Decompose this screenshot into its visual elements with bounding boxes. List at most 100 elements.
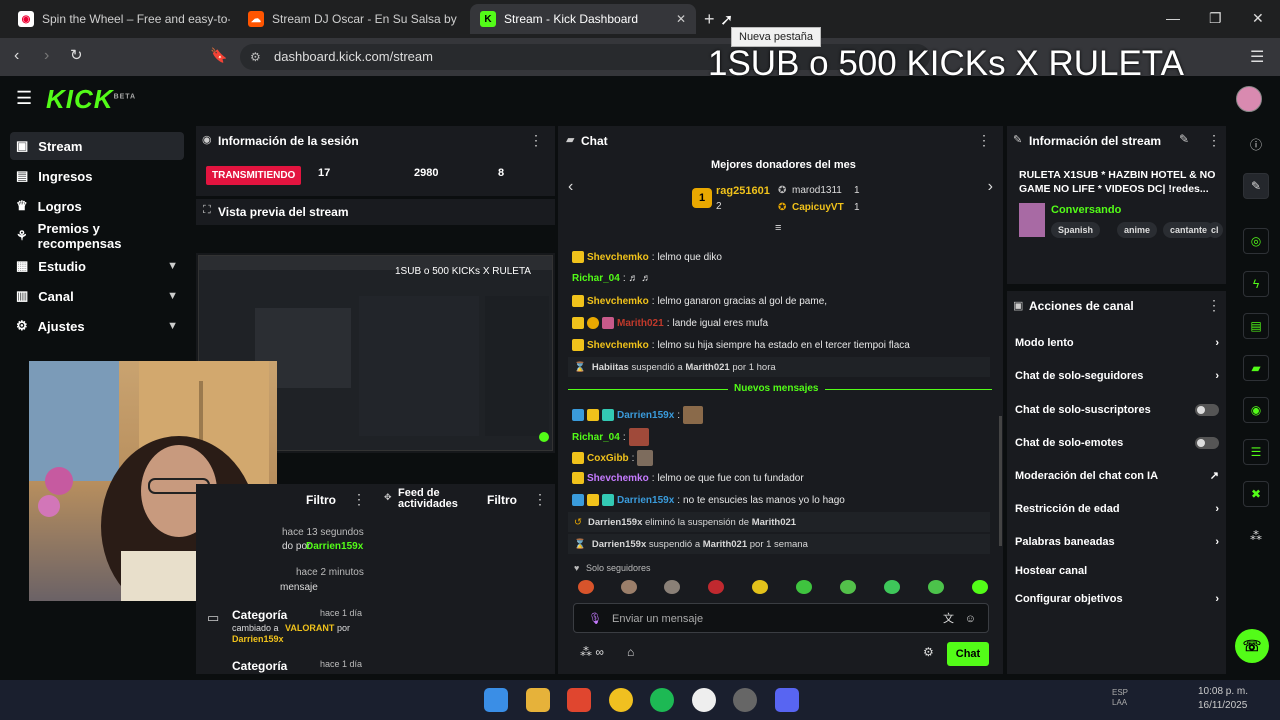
sidebar-item-logros[interactable]: ♛ Logros xyxy=(10,192,184,220)
emote-icon[interactable] xyxy=(664,580,680,594)
edit-pencil-icon[interactable]: ✎ xyxy=(1179,132,1189,146)
mod-target[interactable]: Marith021 xyxy=(685,362,729,373)
sidebar-item-ingresos[interactable]: ▤ Ingresos xyxy=(10,162,184,190)
action-age-restriction[interactable]: Restricción de edad › xyxy=(1015,503,1219,515)
emote-icon[interactable] xyxy=(752,580,768,594)
chat-settings-gear-icon[interactable]: ⚙ xyxy=(923,645,934,659)
share-infinity-icon[interactable]: ⁂ ∞ xyxy=(580,645,604,659)
new-tab-plus-icon[interactable]: + xyxy=(704,9,715,30)
donor-name[interactable]: CapicuyVT xyxy=(792,202,844,213)
action-configure-goals[interactable]: Configurar objetivos › xyxy=(1015,593,1219,605)
wrench-icon[interactable]: ✖ xyxy=(1243,481,1269,507)
action-subscribers-only[interactable]: Chat de solo-suscriptores xyxy=(1015,404,1219,416)
emotes-only-toggle[interactable] xyxy=(1195,437,1219,449)
kebab-menu-icon[interactable]: ⋮ xyxy=(529,132,543,149)
chat-username[interactable]: CoxGibb xyxy=(587,453,629,464)
clock-date[interactable]: 16/11/2025 xyxy=(1198,700,1247,711)
tab-kick-dashboard[interactable]: K Stream - Kick Dashboard ✕ xyxy=(470,4,696,34)
chevron-left-icon[interactable]: ‹ xyxy=(568,178,573,196)
lightning-icon[interactable]: ϟ xyxy=(1243,271,1269,297)
donor-name[interactable]: rag251601 xyxy=(716,185,770,197)
emote-icon[interactable] xyxy=(972,580,988,594)
reload-icon[interactable]: ↻ xyxy=(70,46,83,64)
sidebar-item-ajustes[interactable]: ⚙ Ajustes ▼ xyxy=(10,312,184,340)
broadcast-icon[interactable]: ◉ xyxy=(1243,397,1269,423)
support-chat-icon[interactable]: ☏ xyxy=(1235,629,1269,663)
info-icon[interactable]: ⓘ xyxy=(1243,131,1269,157)
stream-tag[interactable]: Spanish xyxy=(1051,222,1101,238)
hamburger-menu-icon[interactable]: ☰ xyxy=(16,88,32,109)
send-chat-button[interactable]: Chat xyxy=(947,642,989,666)
mod-target[interactable]: Marith021 xyxy=(703,539,747,550)
emote-icon[interactable] xyxy=(708,580,724,594)
action-banned-words[interactable]: Palabras baneadas › xyxy=(1015,536,1219,548)
action-followers-only[interactable]: Chat de solo-seguidores › xyxy=(1015,370,1219,382)
discord-icon[interactable] xyxy=(775,688,799,712)
bookmark-icon[interactable]: 🔖 xyxy=(210,47,227,64)
microphone-icon[interactable]: 🎙 xyxy=(588,604,602,634)
stream-category[interactable]: Conversando xyxy=(1051,204,1121,216)
pin-icon[interactable]: ≡ xyxy=(775,222,781,234)
chrome-icon[interactable] xyxy=(609,688,633,712)
document-icon[interactable]: ▤ xyxy=(1243,313,1269,339)
clock-time[interactable]: 10:08 p. m. xyxy=(1198,686,1248,697)
action-ai-moderation[interactable]: Moderación del chat con IA ↗ xyxy=(1015,469,1219,483)
minimize-icon[interactable]: — xyxy=(1166,10,1180,26)
spotify-icon[interactable] xyxy=(650,688,674,712)
emote-icon[interactable] xyxy=(928,580,944,594)
back-arrow-icon[interactable]: ‹ xyxy=(14,47,19,65)
maximize-icon[interactable]: ❐ xyxy=(1209,10,1222,27)
donor-name[interactable]: marod1311 xyxy=(792,185,842,196)
chat-scrollbar[interactable] xyxy=(999,416,1002,546)
stream-tag[interactable]: cl xyxy=(1207,222,1223,238)
close-window-icon[interactable]: ✕ xyxy=(1252,10,1264,27)
forward-arrow-icon[interactable]: › xyxy=(44,47,49,65)
chat-username[interactable]: Richar_04 xyxy=(572,432,620,443)
action-slow-mode[interactable]: Modo lento › xyxy=(1015,337,1219,349)
chat-icon[interactable]: ▰ xyxy=(1243,355,1269,381)
chat-username[interactable]: Darrien159x xyxy=(617,410,674,421)
kebab-menu-icon[interactable]: ⋮ xyxy=(977,132,991,149)
emote-icon[interactable] xyxy=(796,580,812,594)
chat-username[interactable]: Darrien159x xyxy=(617,495,674,506)
windows-start-icon[interactable] xyxy=(484,688,508,712)
store-icon[interactable]: ⌂ xyxy=(627,645,634,659)
chat-username[interactable]: Shevchemko xyxy=(587,340,649,351)
sidebar-item-estudio[interactable]: ▦ Estudio ▼ xyxy=(10,252,184,280)
stream-tag[interactable]: anime xyxy=(1117,222,1158,238)
layers-icon[interactable]: ☰ xyxy=(1243,439,1269,465)
mod-user[interactable]: Habiitas xyxy=(592,362,629,373)
sidebar-item-premios[interactable]: ⚘ Premios y recompensas xyxy=(10,221,184,251)
kebab-menu-icon[interactable]: ⋮ xyxy=(533,491,547,508)
user-avatar[interactable] xyxy=(1236,86,1262,112)
emote-icon[interactable] xyxy=(884,580,900,594)
tab-soundcloud[interactable]: ☁ Stream DJ Oscar - En Su Salsa by DJO xyxy=(238,4,460,34)
subscribers-only-toggle[interactable] xyxy=(1195,404,1219,416)
keyboard-language[interactable]: ESP LAA xyxy=(1112,688,1136,708)
chat-username[interactable]: Marith021 xyxy=(617,318,664,329)
camera-icon[interactable]: ◎ xyxy=(1243,228,1269,254)
chat-username[interactable]: Richar_04 xyxy=(572,273,620,284)
action-host-channel[interactable]: Hostear canal xyxy=(1015,565,1219,577)
mod-user[interactable]: Darrien159x xyxy=(588,517,642,528)
kebab-menu-icon[interactable]: ⋮ xyxy=(1207,132,1221,149)
kick-logo[interactable]: KICKBETA xyxy=(46,84,136,115)
drag-handle-icon[interactable]: ✥ xyxy=(384,492,392,503)
kebab-menu-icon[interactable]: ⋮ xyxy=(1207,297,1221,314)
tab-spin-the-wheel[interactable]: ◉ Spin the Wheel – Free and easy-to-us xyxy=(8,4,230,34)
event-user[interactable]: Darrien159x xyxy=(232,634,284,644)
edit-layout-icon[interactable]: ✎ xyxy=(1243,173,1269,199)
event-user[interactable]: Darrien159x xyxy=(306,541,363,552)
brave-browser-icon[interactable] xyxy=(567,688,591,712)
action-emotes-only[interactable]: Chat de solo-emotes xyxy=(1015,437,1219,449)
obs-icon[interactable] xyxy=(692,688,716,712)
sidebar-item-stream[interactable]: ▣ Stream xyxy=(10,132,184,160)
mod-target[interactable]: Marith021 xyxy=(752,517,796,528)
filter-button[interactable]: Filtro xyxy=(306,493,336,507)
chat-username[interactable]: Shevchemko xyxy=(587,296,649,307)
chevron-right-icon[interactable]: › xyxy=(988,178,993,196)
translate-icon[interactable]: 文 xyxy=(943,604,954,634)
kebab-menu-icon[interactable]: ⋮ xyxy=(352,491,366,508)
sidebar-item-canal[interactable]: ▥ Canal ▼ xyxy=(10,282,184,310)
tab-close-icon[interactable]: ✕ xyxy=(676,12,686,26)
